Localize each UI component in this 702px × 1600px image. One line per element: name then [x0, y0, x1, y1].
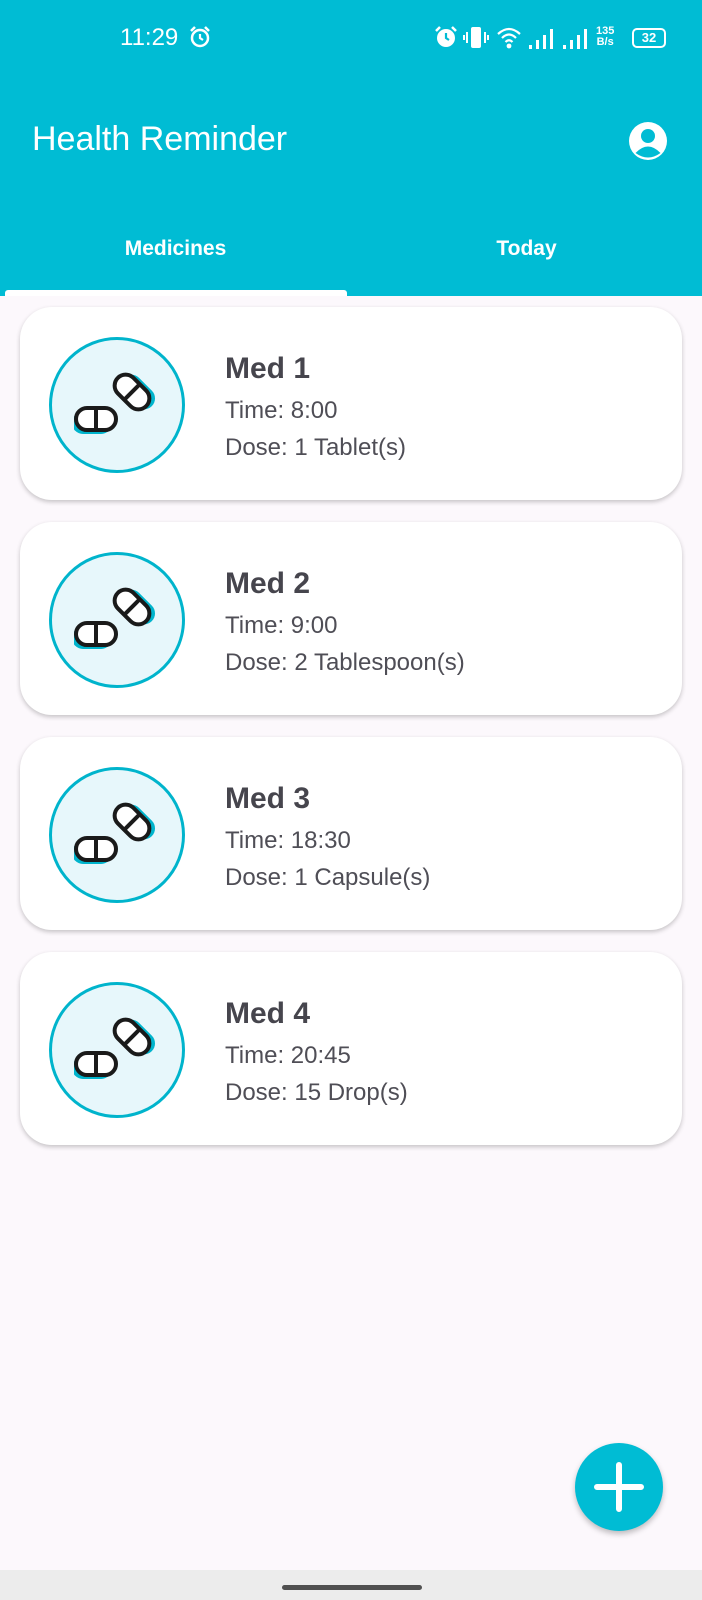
tab-medicines-label: Medicines — [124, 237, 227, 260]
battery-level: 32 — [641, 30, 657, 45]
tab-indicator — [5, 290, 347, 296]
pills-icon — [49, 337, 185, 473]
plus-icon — [594, 1462, 644, 1512]
medicine-time: Time: 8:00 — [225, 397, 338, 424]
alarm-icon — [188, 25, 212, 54]
app-title: Health Reminder — [32, 120, 288, 158]
pills-icon — [49, 982, 185, 1118]
net-speed: 135 B/s — [596, 26, 614, 48]
medicine-dose: Dose: 1 Tablet(s) — [225, 434, 406, 461]
medicine-time: Time: 9:00 — [225, 612, 338, 639]
signal-icon — [528, 28, 556, 55]
add-medicine-button[interactable] — [575, 1443, 663, 1531]
medicine-card[interactable]: Med 4 Time: 20:45 Dose: 15 Drop(s) — [20, 952, 682, 1145]
tab-medicines[interactable]: Medicines — [0, 215, 351, 296]
alarm-icon — [434, 25, 458, 54]
medicine-time: Time: 20:45 — [225, 1042, 351, 1069]
signal-icon — [562, 28, 590, 55]
vibrate-icon — [462, 24, 490, 57]
home-gesture-handle[interactable] — [282, 1585, 422, 1590]
medicine-dose: Dose: 1 Capsule(s) — [225, 864, 431, 891]
pills-icon — [49, 767, 185, 903]
medicine-name: Med 4 — [225, 997, 311, 1030]
battery-icon: 32 — [632, 28, 666, 48]
app-bar: 11:29 135 B/s 32 Health Reminder Medicin… — [0, 0, 702, 296]
wifi-icon — [496, 25, 522, 56]
account-circle-icon[interactable] — [627, 120, 669, 162]
medicine-name: Med 2 — [225, 567, 311, 600]
medicine-card[interactable]: Med 3 Time: 18:30 Dose: 1 Capsule(s) — [20, 737, 682, 930]
medicine-name: Med 3 — [225, 782, 311, 815]
tab-today-label: Today — [496, 237, 557, 260]
medicine-card[interactable]: Med 1 Time: 8:00 Dose: 1 Tablet(s) — [20, 307, 682, 500]
status-bar: 11:29 135 B/s 32 — [0, 0, 702, 80]
status-time: 11:29 — [120, 24, 179, 51]
pills-icon — [49, 552, 185, 688]
medicine-card[interactable]: Med 2 Time: 9:00 Dose: 2 Tablespoon(s) — [20, 522, 682, 715]
medicine-dose: Dose: 15 Drop(s) — [225, 1079, 408, 1106]
tab-bar: Medicines Today — [0, 215, 702, 296]
tab-today[interactable]: Today — [351, 215, 702, 296]
system-nav-bar — [0, 1570, 702, 1600]
net-speed-unit: B/s — [596, 36, 614, 48]
medicine-dose: Dose: 2 Tablespoon(s) — [225, 649, 465, 676]
medicine-name: Med 1 — [225, 352, 311, 385]
medicine-time: Time: 18:30 — [225, 827, 351, 854]
